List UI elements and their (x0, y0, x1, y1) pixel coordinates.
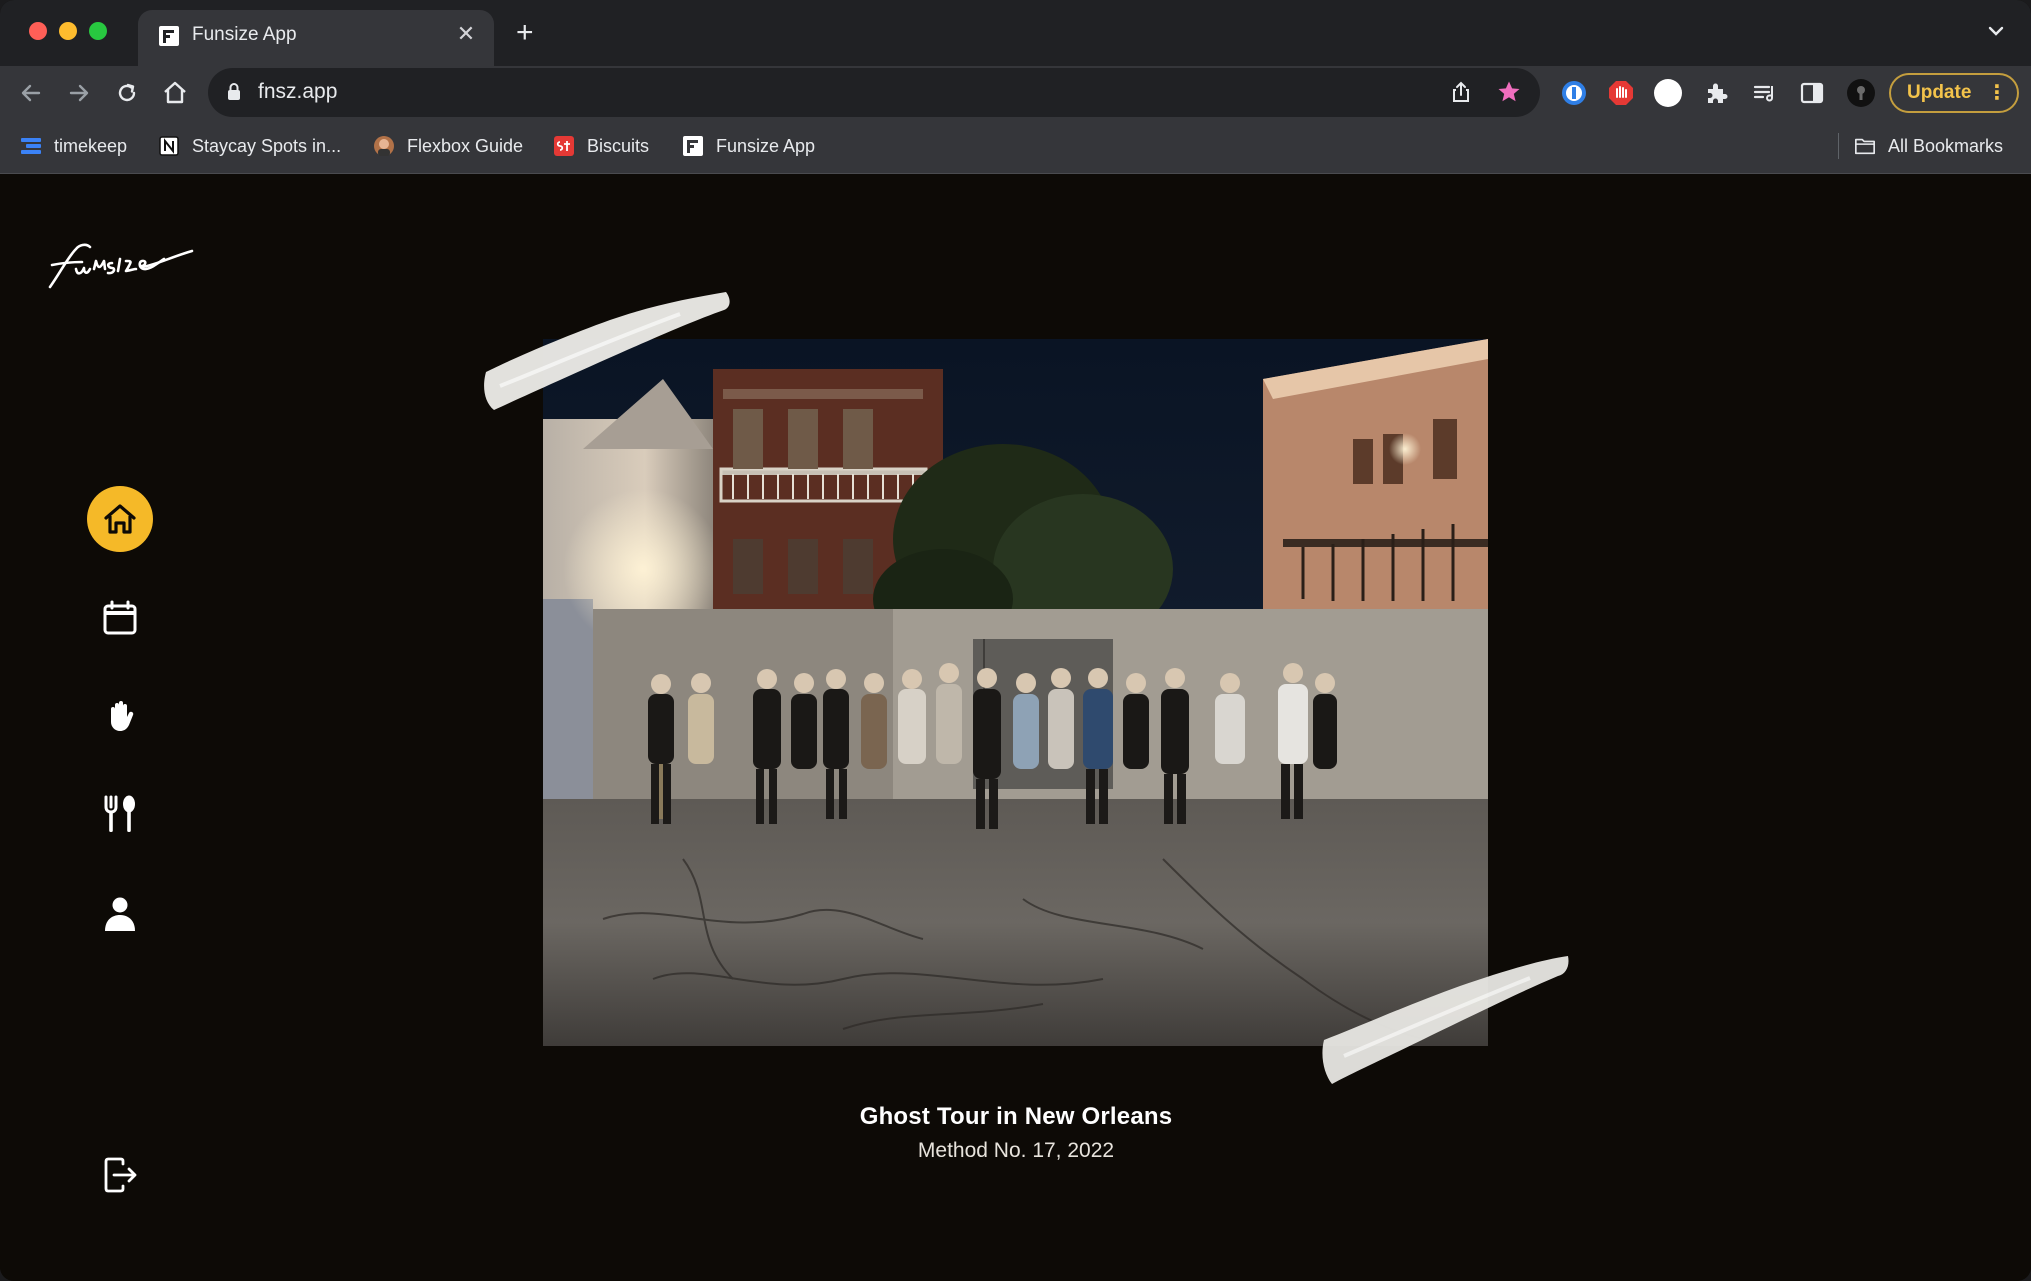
white-circle-extension-icon[interactable] (1653, 78, 1683, 108)
bookmark-timekeep[interactable]: timekeep (20, 131, 127, 161)
tab-close-icon[interactable]: ✕ (454, 22, 478, 46)
bookmark-label: Flexbox Guide (407, 135, 524, 156)
feature-subtitle: Method No. 17, 2022 (917, 1139, 1115, 1162)
bookmarks-bar: timekeep Staycay Spots in... Flexbox Gui… (0, 119, 2031, 174)
app-page: Ghost Tour in New Orleans Method No. 17,… (0, 175, 2031, 1281)
sidebar-item-hand[interactable] (87, 683, 153, 749)
home-button[interactable] (158, 76, 192, 110)
sidebar-item-profile[interactable] (87, 881, 153, 947)
browser-toolbar: fnsz.app Update ⋮ (0, 66, 2031, 119)
calendar-icon (103, 600, 137, 635)
back-button[interactable] (14, 76, 48, 110)
home-icon (104, 504, 136, 534)
browser-menu-icon[interactable]: ⋮ (1987, 75, 2007, 111)
browser-tab[interactable]: Funsize App ✕ (138, 10, 494, 66)
browser-home-icon (164, 81, 186, 104)
bookmark-flexbox-guide[interactable]: Flexbox Guide (373, 131, 523, 161)
url-text: fnsz.app (258, 80, 338, 103)
maximize-window-button[interactable] (89, 22, 107, 40)
tab-title: Funsize App (192, 24, 297, 45)
bookmark-label: Funsize App (716, 135, 816, 156)
tape-decoration-top (484, 292, 730, 410)
bookmark-staycay-spots[interactable]: Staycay Spots in... (158, 131, 341, 161)
bookmark-star-icon[interactable] (1496, 79, 1522, 105)
new-tab-button[interactable]: + (516, 18, 534, 48)
timekeep-icon (20, 135, 42, 157)
feature-title: Ghost Tour in New Orleans (859, 1103, 1173, 1130)
browser-titlebar: Funsize App ✕ + (0, 0, 2031, 66)
logout-button[interactable] (87, 1142, 153, 1208)
side-panel-icon[interactable] (1797, 78, 1827, 108)
update-label: Update (1907, 82, 1972, 103)
logout-icon (104, 1157, 137, 1193)
address-bar[interactable]: fnsz.app (208, 68, 1540, 117)
folder-icon (1854, 135, 1876, 157)
all-bookmarks-label: All Bookmarks (1888, 135, 2004, 156)
forward-button[interactable] (62, 76, 96, 110)
bookmark-label: Biscuits (587, 135, 650, 156)
ghost-tour-photo (543, 339, 1488, 1046)
reload-button[interactable] (110, 76, 144, 110)
all-bookmarks-button[interactable]: All Bookmarks (1854, 131, 2003, 161)
funsize-favicon-icon (159, 26, 179, 46)
notion-icon (158, 135, 180, 157)
bookmark-label: Staycay Spots in... (192, 135, 342, 156)
minimize-window-button[interactable] (59, 22, 77, 40)
bookmarks-divider (1838, 133, 1839, 159)
lock-icon (228, 83, 240, 100)
extensions-puzzle-icon[interactable] (1702, 78, 1732, 108)
sidebar-item-home[interactable] (87, 486, 153, 552)
photo-caption: Ghost Tour in New Orleans Method No. 17,… (700, 1103, 1332, 1163)
browser-window: Funsize App ✕ + fnsz.app Update ⋮ timeke… (0, 0, 2031, 1281)
bookmark-biscuits[interactable]: Biscuits (553, 131, 649, 161)
biscuits-icon (553, 135, 575, 157)
featured-photo[interactable] (543, 339, 1488, 1046)
adblock-extension-icon[interactable] (1606, 78, 1636, 108)
update-button[interactable]: Update ⋮ (1889, 73, 2019, 113)
sidebar-item-dining[interactable] (87, 781, 153, 847)
close-window-button[interactable] (29, 22, 47, 40)
reload-icon (118, 83, 136, 102)
hand-icon (111, 701, 134, 731)
bookmark-label: timekeep (54, 135, 128, 156)
user-icon (105, 897, 135, 931)
back-arrow-icon (21, 84, 41, 102)
share-icon[interactable] (1448, 79, 1474, 105)
funsize-favicon-icon (682, 135, 704, 157)
forward-arrow-icon (69, 84, 89, 102)
reading-list-icon[interactable] (1750, 78, 1780, 108)
sidebar-item-calendar[interactable] (87, 585, 153, 651)
password-manager-extension-icon[interactable] (1559, 78, 1589, 108)
bookmark-funsize-app[interactable]: Funsize App (682, 131, 815, 161)
tape-decoration-bottom (1322, 956, 1569, 1084)
funsize-logo[interactable] (46, 235, 196, 295)
profile-avatar-icon[interactable] (1846, 78, 1876, 108)
css-tricks-avatar-icon (373, 135, 395, 157)
tab-search-chevron-icon[interactable] (1985, 20, 2007, 42)
fork-spoon-icon (104, 795, 135, 832)
